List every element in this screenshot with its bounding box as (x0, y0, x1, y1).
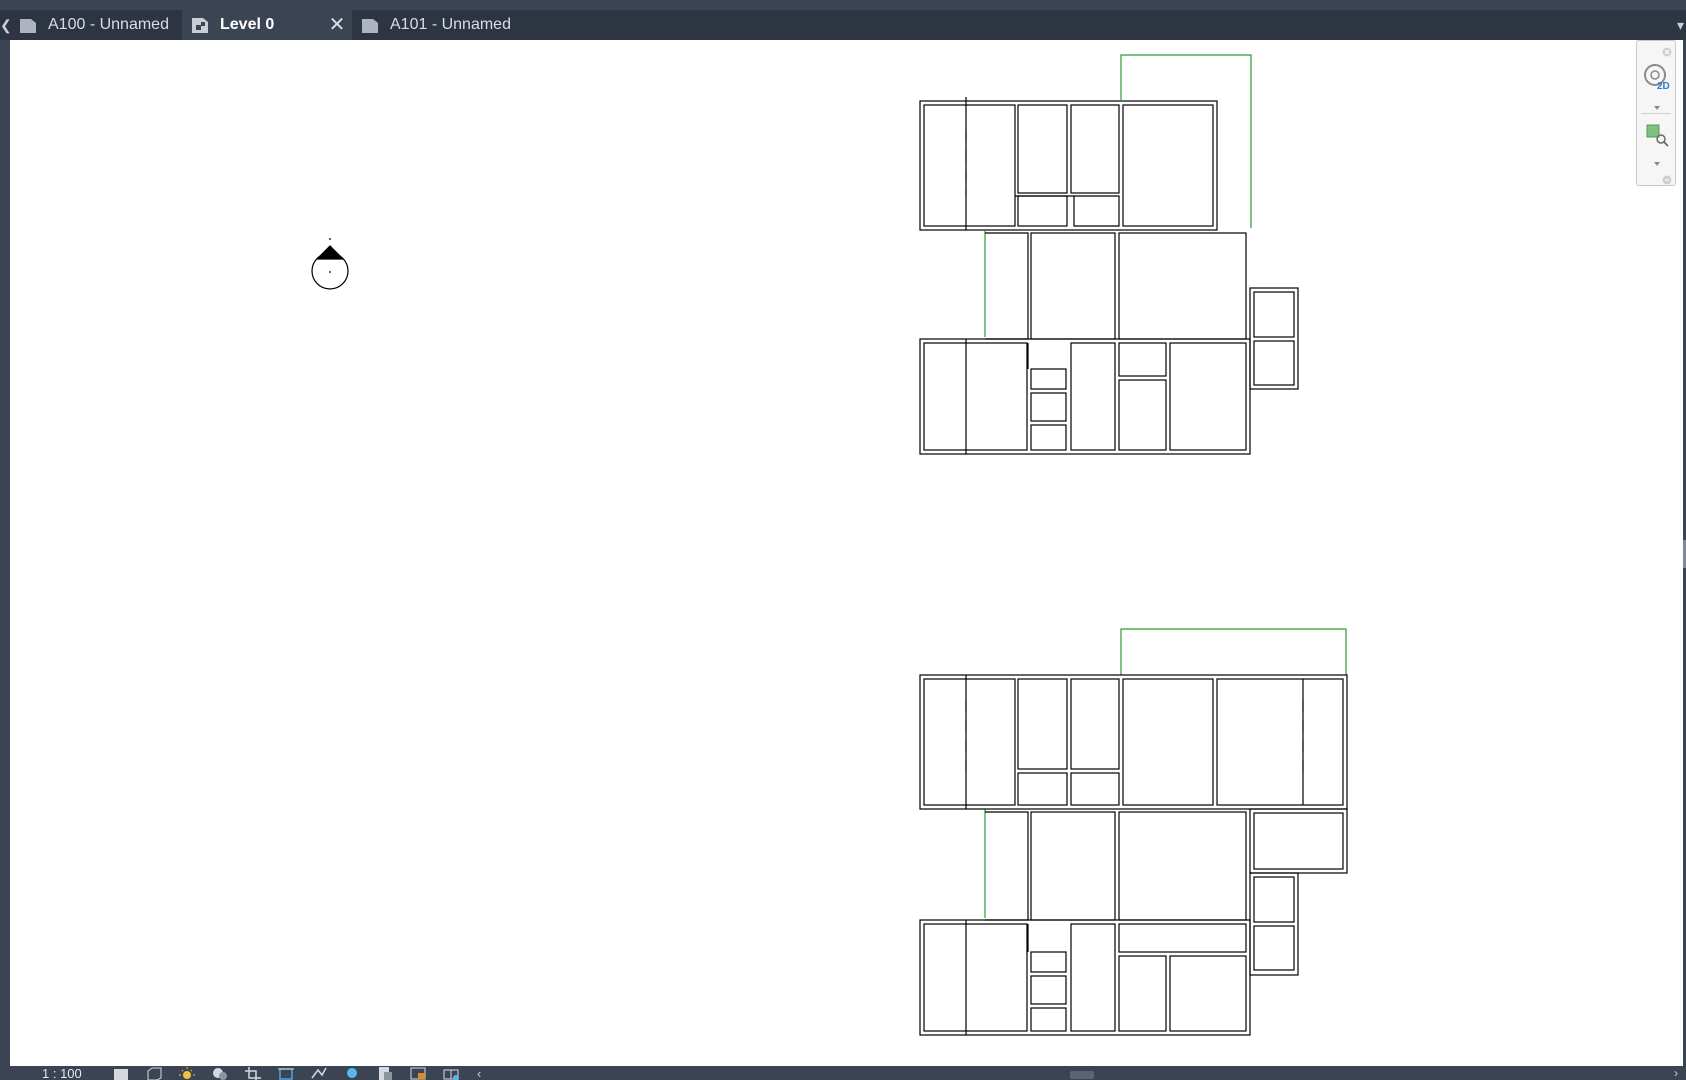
scroll-right-button[interactable]: › (1674, 1066, 1678, 1080)
sheet-view-icon (18, 16, 38, 34)
title-strip (0, 0, 1686, 10)
close-icon[interactable] (1662, 44, 1672, 57)
chevron-down-icon[interactable] (1653, 154, 1661, 166)
reveal-hidden-icon[interactable] (343, 1066, 361, 1080)
collapse-controls-button[interactable]: ‹ (477, 1066, 481, 1080)
sheet-view-icon (360, 16, 380, 34)
visual-style-icon[interactable] (145, 1066, 163, 1080)
navbar-divider (1641, 113, 1671, 114)
view-scale[interactable]: 1 : 100 (42, 1066, 112, 1080)
tab-label: A101 - Unnamed (390, 16, 511, 33)
tab-label: Level 0 (220, 16, 275, 33)
navigation-bar: 2D (1636, 40, 1676, 186)
horizontal-scrollbar-thumb[interactable] (1070, 1071, 1094, 1079)
tab-scroll-left-button[interactable]: ❮ (0, 10, 12, 40)
view-tab-bar: ❮ A100 - Unnamed Level 0 ✕ A101 - Unname… (0, 10, 1686, 40)
left-frame (0, 40, 10, 1066)
temporary-hide-icon[interactable] (310, 1066, 328, 1080)
steering-wheel-2d-icon[interactable]: 2D (1643, 63, 1671, 92)
floor-plan-drawing (311, 54, 1348, 1036)
worksharing-icon[interactable] (376, 1066, 394, 1080)
view-control-bar: 1 : 100 ‹ › (0, 1066, 1686, 1080)
show-crop-region-icon[interactable] (277, 1066, 295, 1080)
wheel-badge-label: 2D (1657, 81, 1670, 91)
close-tab-button[interactable]: ✕ (326, 14, 348, 36)
floor-plan-lower[interactable] (919, 628, 1348, 1036)
horizontal-scrollbar[interactable] (500, 1068, 1666, 1080)
tab-a100-unnamed[interactable]: A100 - Unnamed (10, 10, 182, 40)
temporary-view-properties-icon[interactable] (409, 1066, 427, 1080)
detail-level-icon[interactable] (112, 1066, 130, 1080)
shadows-icon[interactable] (211, 1066, 229, 1080)
floor-plan-view-icon (190, 16, 210, 34)
drawing-canvas[interactable] (10, 40, 1683, 1066)
sun-path-icon[interactable] (178, 1066, 196, 1080)
crop-view-icon[interactable] (244, 1066, 262, 1080)
tab-a101-unnamed[interactable]: A101 - Unnamed (352, 10, 522, 40)
tab-label: A100 - Unnamed (48, 16, 169, 33)
analytical-model-icon[interactable] (442, 1066, 460, 1080)
tab-level-0[interactable]: Level 0 ✕ (182, 10, 352, 40)
settings-icon[interactable] (1662, 172, 1672, 185)
elevation-marker-icon[interactable] (311, 238, 349, 290)
chevron-down-icon[interactable] (1653, 98, 1661, 110)
tab-dropdown-button[interactable]: ▾ (1677, 10, 1684, 40)
floor-plan-upper[interactable] (919, 54, 1299, 455)
zoom-region-icon[interactable] (1645, 123, 1669, 147)
